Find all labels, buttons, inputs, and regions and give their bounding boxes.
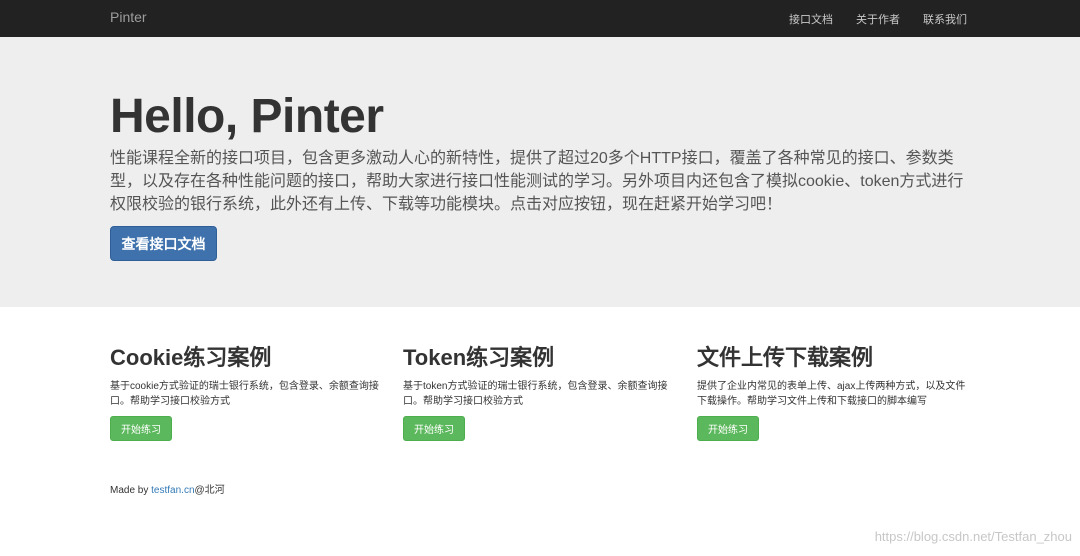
token-start-button[interactable]: 开始练习 [403,416,465,441]
nav-link-about-author[interactable]: 关于作者 [856,11,900,27]
file-card-description: 提供了企业内常见的表单上传、ajax上传两种方式，以及文件下载操作。帮助学习文件… [697,381,966,407]
cookie-card-description: 基于cookie方式验证的瑞士银行系统，包含登录、余额查询接口。帮助学习接口校验… [110,381,379,407]
token-card-title: Token练习案例 [403,345,555,370]
footer-suffix: @北河 [194,485,225,496]
cookie-start-button[interactable]: 开始练习 [110,416,172,441]
watermark: https://blog.csdn.net/Testfan_zhou [874,529,1072,544]
nav-links: 接口文档 关于作者 联系我们 [789,11,967,27]
file-card: 文件上传下载案例 提供了企业内常见的表单上传、ajax上传两种方式，以及文件下载… [697,343,967,441]
view-api-docs-button[interactable]: 查看接口文档 [110,226,217,261]
nav-link-contact[interactable]: 联系我们 [923,11,967,27]
token-card: Token练习案例 基于token方式验证的瑞士银行系统，包含登录、余额查询接口… [403,343,673,441]
footer-prefix: Made by [110,485,152,496]
hero-description: 性能课程全新的接口项目，包含更多激动人心的新特性，提供了超过20多个HTTP接口… [110,150,964,213]
hero-jumbotron: Hello, Pinter 性能课程全新的接口项目，包含更多激动人心的新特性，提… [0,37,1080,307]
nav-link-api-docs[interactable]: 接口文档 [789,11,833,27]
token-card-description: 基于token方式验证的瑞士银行系统，包含登录、余额查询接口。帮助学习接口校验方… [403,381,668,407]
file-start-button[interactable]: 开始练习 [697,416,759,441]
cookie-card: Cookie练习案例 基于cookie方式验证的瑞士银行系统，包含登录、余额查询… [110,343,380,441]
cookie-card-title: Cookie练习案例 [110,345,272,370]
footer: Made by testfan.cn@北河 [110,481,225,496]
footer-link[interactable]: testfan.cn [151,485,194,496]
top-navbar: Pinter 接口文档 关于作者 联系我们 [0,0,1080,37]
brand-logo[interactable]: Pinter [110,9,147,25]
file-card-title: 文件上传下载案例 [697,345,874,370]
hero-title: Hello, Pinter [110,90,384,143]
